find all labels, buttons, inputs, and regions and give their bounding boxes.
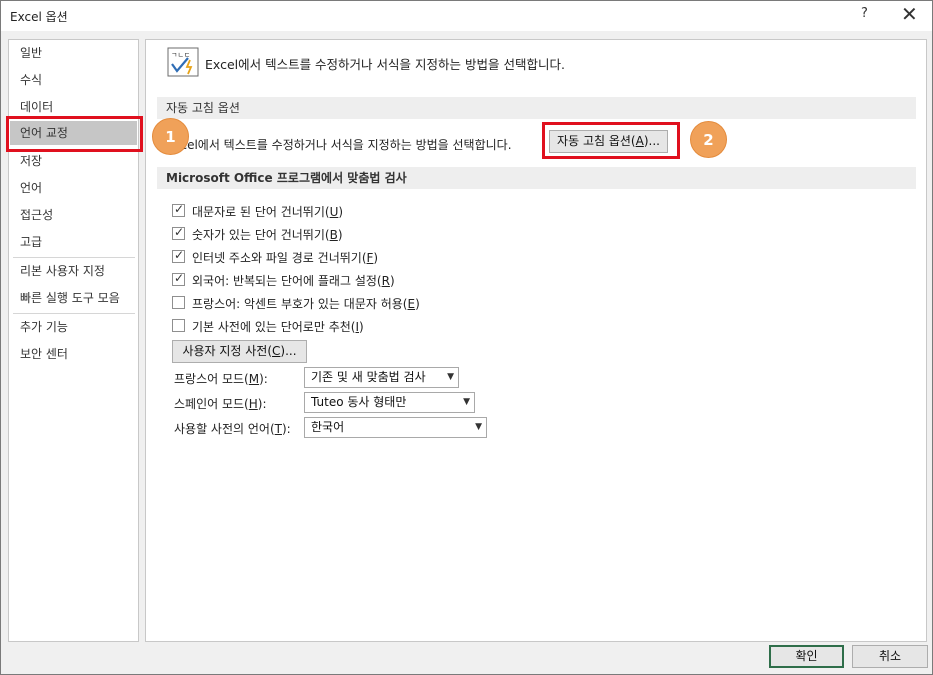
nav-item-trust-center[interactable]: 보안 센터 <box>10 342 137 366</box>
check-icon: ✓ <box>174 248 185 262</box>
checkbox[interactable]: ✓ <box>172 248 185 263</box>
nav-divider <box>13 257 135 258</box>
nav-item-quick-access-toolbar[interactable]: 빠른 실행 도구 모음 <box>10 286 137 310</box>
custom-dictionaries-button[interactable]: 사용자 지정 사전(C)... <box>172 340 307 363</box>
spanish-mode-select[interactable]: Tuteo 동사 형태만 ▼ <box>304 392 475 413</box>
checkbox[interactable] <box>172 319 185 332</box>
nav-item-save[interactable]: 저장 <box>10 149 137 173</box>
checkbox[interactable]: ✓ <box>172 202 185 217</box>
check-icon: ✓ <box>174 271 185 285</box>
options-nav: 일반 수식 데이터 언어 교정 저장 언어 접근성 고급 리본 사용자 지정 빠… <box>8 39 139 642</box>
autocorrect-description: Excel에서 텍스트를 수정하거나 서식을 지정하는 방법을 선택합니다. <box>166 138 512 152</box>
step-badge-2: 2 <box>690 121 727 158</box>
nav-item-accessibility[interactable]: 접근성 <box>10 203 137 227</box>
spelling-section-title: Microsoft Office 프로그램에서 맞춤법 검사 <box>157 167 916 189</box>
nav-item-advanced[interactable]: 고급 <box>10 230 137 254</box>
checkbox[interactable] <box>172 296 185 309</box>
excel-options-dialog: Excel 옵션 ? ✕ 일반 수식 데이터 언어 교정 저장 언어 접근성 고… <box>0 0 933 675</box>
dictionary-language-label: 사용할 사전의 언어(T): <box>174 422 291 436</box>
cancel-button[interactable]: 취소 <box>852 645 928 668</box>
dropdown-arrow-icon: ▼ <box>463 397 470 407</box>
nav-item-data[interactable]: 데이터 <box>10 95 137 119</box>
nav-item-proofing[interactable]: 언어 교정 <box>10 121 137 145</box>
nav-item-customize-ribbon[interactable]: 리본 사용자 지정 <box>10 259 137 283</box>
dropdown-arrow-icon: ▼ <box>447 372 454 382</box>
nav-item-language[interactable]: 언어 <box>10 176 137 200</box>
close-button[interactable]: ✕ <box>901 3 918 25</box>
help-button[interactable]: ? <box>861 6 868 21</box>
nav-item-general[interactable]: 일반 <box>10 41 137 65</box>
proofing-panel: ㄱㄴㄷ Excel에서 텍스트를 수정하거나 서식을 지정하는 방법을 선택합니… <box>145 39 927 642</box>
french-mode-label: 프랑스어 모드(M): <box>174 372 268 386</box>
title-bar: Excel 옵션 ? ✕ <box>1 1 932 31</box>
check-icon: ✓ <box>174 202 185 216</box>
dictionary-language-select[interactable]: 한국어 ▼ <box>304 417 487 438</box>
check-icon: ✓ <box>174 225 185 239</box>
checkbox[interactable]: ✓ <box>172 225 185 240</box>
french-mode-select[interactable]: 기존 및 새 맞춤법 검사 ▼ <box>304 367 459 388</box>
dropdown-arrow-icon: ▼ <box>475 422 482 432</box>
dialog-title: Excel 옵션 <box>10 10 68 24</box>
nav-item-add-ins[interactable]: 추가 기능 <box>10 315 137 339</box>
abc-check-icon: ㄱㄴㄷ <box>167 47 199 77</box>
autocorrect-section-title: 자동 고침 옵션 <box>157 97 916 119</box>
nav-item-formulas[interactable]: 수식 <box>10 68 137 92</box>
step-badge-1: 1 <box>152 118 189 155</box>
ok-button[interactable]: 확인 <box>769 645 844 668</box>
nav-divider <box>13 313 135 314</box>
spanish-mode-label: 스페인어 모드(H): <box>174 397 267 411</box>
page-description: Excel에서 텍스트를 수정하거나 서식을 지정하는 방법을 선택합니다. <box>205 57 565 72</box>
checkbox[interactable]: ✓ <box>172 271 185 286</box>
autocorrect-options-button[interactable]: 자동 고침 옵션(A)... <box>549 130 668 153</box>
